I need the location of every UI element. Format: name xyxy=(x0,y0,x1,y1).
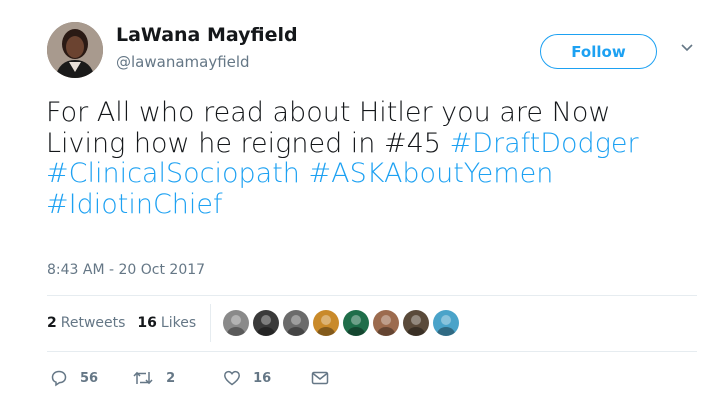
tweet-timestamp[interactable]: 8:43 AM - 20 Oct 2017 xyxy=(47,262,205,278)
liker-avatar[interactable] xyxy=(253,310,279,336)
hashtag-link[interactable]: #IdiotinChief xyxy=(46,189,223,220)
hashtag-link[interactable]: #DraftDodger xyxy=(450,128,639,159)
direct-message-button[interactable] xyxy=(311,370,329,386)
divider xyxy=(47,295,697,296)
retweets-stat[interactable]: 2 Retweets xyxy=(47,315,125,331)
likes-stat[interactable]: 16 Likes xyxy=(137,315,196,331)
liker-avatar[interactable] xyxy=(403,310,429,336)
engagement-stats: 2 Retweets 16 Likes xyxy=(47,315,196,331)
follow-button[interactable]: Follow xyxy=(540,34,657,69)
liker-avatars xyxy=(223,310,463,336)
avatar-image xyxy=(47,22,103,78)
liker-avatar[interactable] xyxy=(283,310,309,336)
stats-separator xyxy=(210,304,211,342)
reply-icon xyxy=(51,370,67,387)
envelope-icon xyxy=(311,371,329,385)
heart-icon xyxy=(224,370,241,386)
like-count: 16 xyxy=(253,370,272,386)
liker-avatar[interactable] xyxy=(343,310,369,336)
retweets-count: 2 xyxy=(47,315,57,331)
tweet-actions: 56 2 16 xyxy=(50,369,329,387)
retweet-count: 2 xyxy=(166,370,176,386)
likes-label: Likes xyxy=(160,315,197,331)
reply-count: 56 xyxy=(80,370,99,386)
chevron-down-icon[interactable] xyxy=(679,40,695,56)
retweets-label: Retweets xyxy=(60,315,126,331)
author-name[interactable]: LaWana Mayfield xyxy=(116,24,298,46)
liker-avatar[interactable] xyxy=(433,310,459,336)
liker-avatar[interactable] xyxy=(223,310,249,336)
retweet-button[interactable]: 2 xyxy=(133,369,175,387)
liker-avatar[interactable] xyxy=(373,310,399,336)
hashtag-link[interactable]: #ClinicalSociopath xyxy=(46,158,300,189)
likes-count: 16 xyxy=(137,315,157,331)
like-button[interactable]: 16 xyxy=(223,369,271,387)
tweet-text: For All who read about Hitler you are No… xyxy=(46,97,686,220)
hashtag-link[interactable]: #ASKAboutYemen xyxy=(308,158,553,189)
author-avatar[interactable] xyxy=(47,22,103,78)
author-handle[interactable]: @lawanamayfield xyxy=(116,53,250,71)
reply-button[interactable]: 56 xyxy=(50,369,98,387)
retweet-icon xyxy=(133,371,153,385)
divider xyxy=(47,351,697,352)
liker-avatar[interactable] xyxy=(313,310,339,336)
